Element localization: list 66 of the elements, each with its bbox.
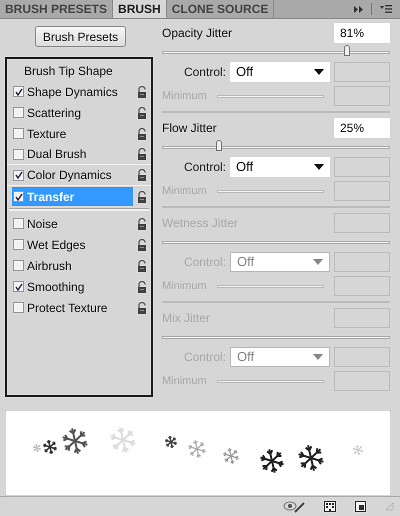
slider-thumb[interactable] bbox=[216, 140, 222, 151]
panel-tab[interactable]: BRUSH bbox=[113, 0, 167, 18]
new-preset-icon[interactable] bbox=[355, 501, 366, 512]
setting-label: Opacity Jitter bbox=[162, 25, 232, 42]
control-label: Control: bbox=[182, 159, 227, 176]
settings-list-item[interactable]: Airbrush bbox=[12, 256, 133, 275]
lock-icon[interactable] bbox=[137, 302, 147, 314]
settings-list-item[interactable]: Smoothing bbox=[12, 277, 133, 296]
settings-list-item[interactable]: Noise bbox=[12, 214, 133, 233]
resize-grip-icon[interactable] bbox=[385, 502, 394, 511]
checkbox[interactable] bbox=[13, 239, 24, 250]
lock-icon[interactable] bbox=[137, 169, 147, 181]
checkbox[interactable] bbox=[13, 191, 24, 202]
value-field[interactable] bbox=[334, 213, 390, 233]
checkbox[interactable] bbox=[13, 170, 24, 180]
settings-list-item[interactable]: Protect Texture bbox=[12, 298, 133, 317]
menu-icon[interactable] bbox=[380, 5, 392, 13]
empty-field[interactable] bbox=[334, 371, 390, 391]
empty-field[interactable] bbox=[334, 62, 390, 82]
slider-track[interactable] bbox=[162, 45, 390, 59]
lock-icon[interactable] bbox=[137, 280, 147, 292]
grid-icon[interactable] bbox=[324, 501, 336, 512]
settings-list-item[interactable]: Dual Brush bbox=[12, 144, 133, 164]
dropdown-arrow-icon[interactable] bbox=[314, 164, 324, 170]
dropdown-arrow-icon[interactable] bbox=[314, 69, 324, 75]
empty-field[interactable] bbox=[334, 181, 390, 201]
settings-list-item[interactable]: Brush Tip Shape bbox=[24, 62, 113, 80]
checkbox[interactable] bbox=[13, 148, 24, 160]
lock-icon[interactable] bbox=[137, 218, 147, 230]
empty-field[interactable] bbox=[334, 252, 390, 272]
lock-icon[interactable] bbox=[137, 260, 147, 272]
lock-icon[interactable] bbox=[137, 86, 147, 98]
checkbox[interactable] bbox=[13, 218, 24, 229]
empty-field[interactable] bbox=[334, 276, 390, 296]
settings-list-item[interactable]: Wet Edges bbox=[12, 235, 133, 254]
value-field[interactable] bbox=[334, 308, 390, 328]
lock-icon[interactable] bbox=[137, 148, 147, 160]
checkbox[interactable] bbox=[13, 128, 24, 139]
brush-presets-button[interactable]: Brush Presets bbox=[34, 26, 126, 47]
checkbox[interactable] bbox=[13, 302, 24, 313]
collapse-icon[interactable] bbox=[354, 6, 363, 12]
slider-thumb[interactable] bbox=[344, 45, 350, 56]
lock-icon[interactable] bbox=[137, 238, 147, 250]
lock-icon[interactable] bbox=[137, 106, 147, 118]
checkbox[interactable] bbox=[13, 86, 24, 97]
empty-field[interactable] bbox=[334, 157, 390, 177]
eye-brush-icon[interactable] bbox=[283, 500, 305, 512]
value-field[interactable]: 25% bbox=[334, 118, 390, 138]
empty-field[interactable] bbox=[334, 347, 390, 367]
control-dropdown[interactable]: Off bbox=[230, 62, 330, 82]
settings-list-item[interactable]: Shape Dynamics bbox=[12, 82, 133, 101]
lock-icon[interactable] bbox=[137, 190, 147, 202]
checkbox[interactable] bbox=[13, 281, 24, 292]
lock-icon[interactable] bbox=[137, 128, 147, 140]
settings-list-item[interactable]: Scattering bbox=[12, 103, 133, 122]
control-label: Control: bbox=[182, 64, 227, 81]
control-dropdown[interactable]: Off bbox=[230, 157, 330, 177]
checkbox[interactable] bbox=[13, 260, 24, 271]
empty-field[interactable] bbox=[334, 86, 390, 106]
setting-label: Flow Jitter bbox=[162, 120, 217, 137]
panel-tab[interactable]: CLONE SOURCE bbox=[166, 0, 274, 18]
settings-list-item[interactable]: Texture bbox=[12, 124, 133, 143]
settings-list-item[interactable]: Color Dynamics bbox=[12, 166, 133, 184]
slider-track[interactable] bbox=[162, 140, 390, 154]
checkbox[interactable] bbox=[13, 107, 24, 118]
value-field[interactable]: 81% bbox=[334, 23, 390, 43]
